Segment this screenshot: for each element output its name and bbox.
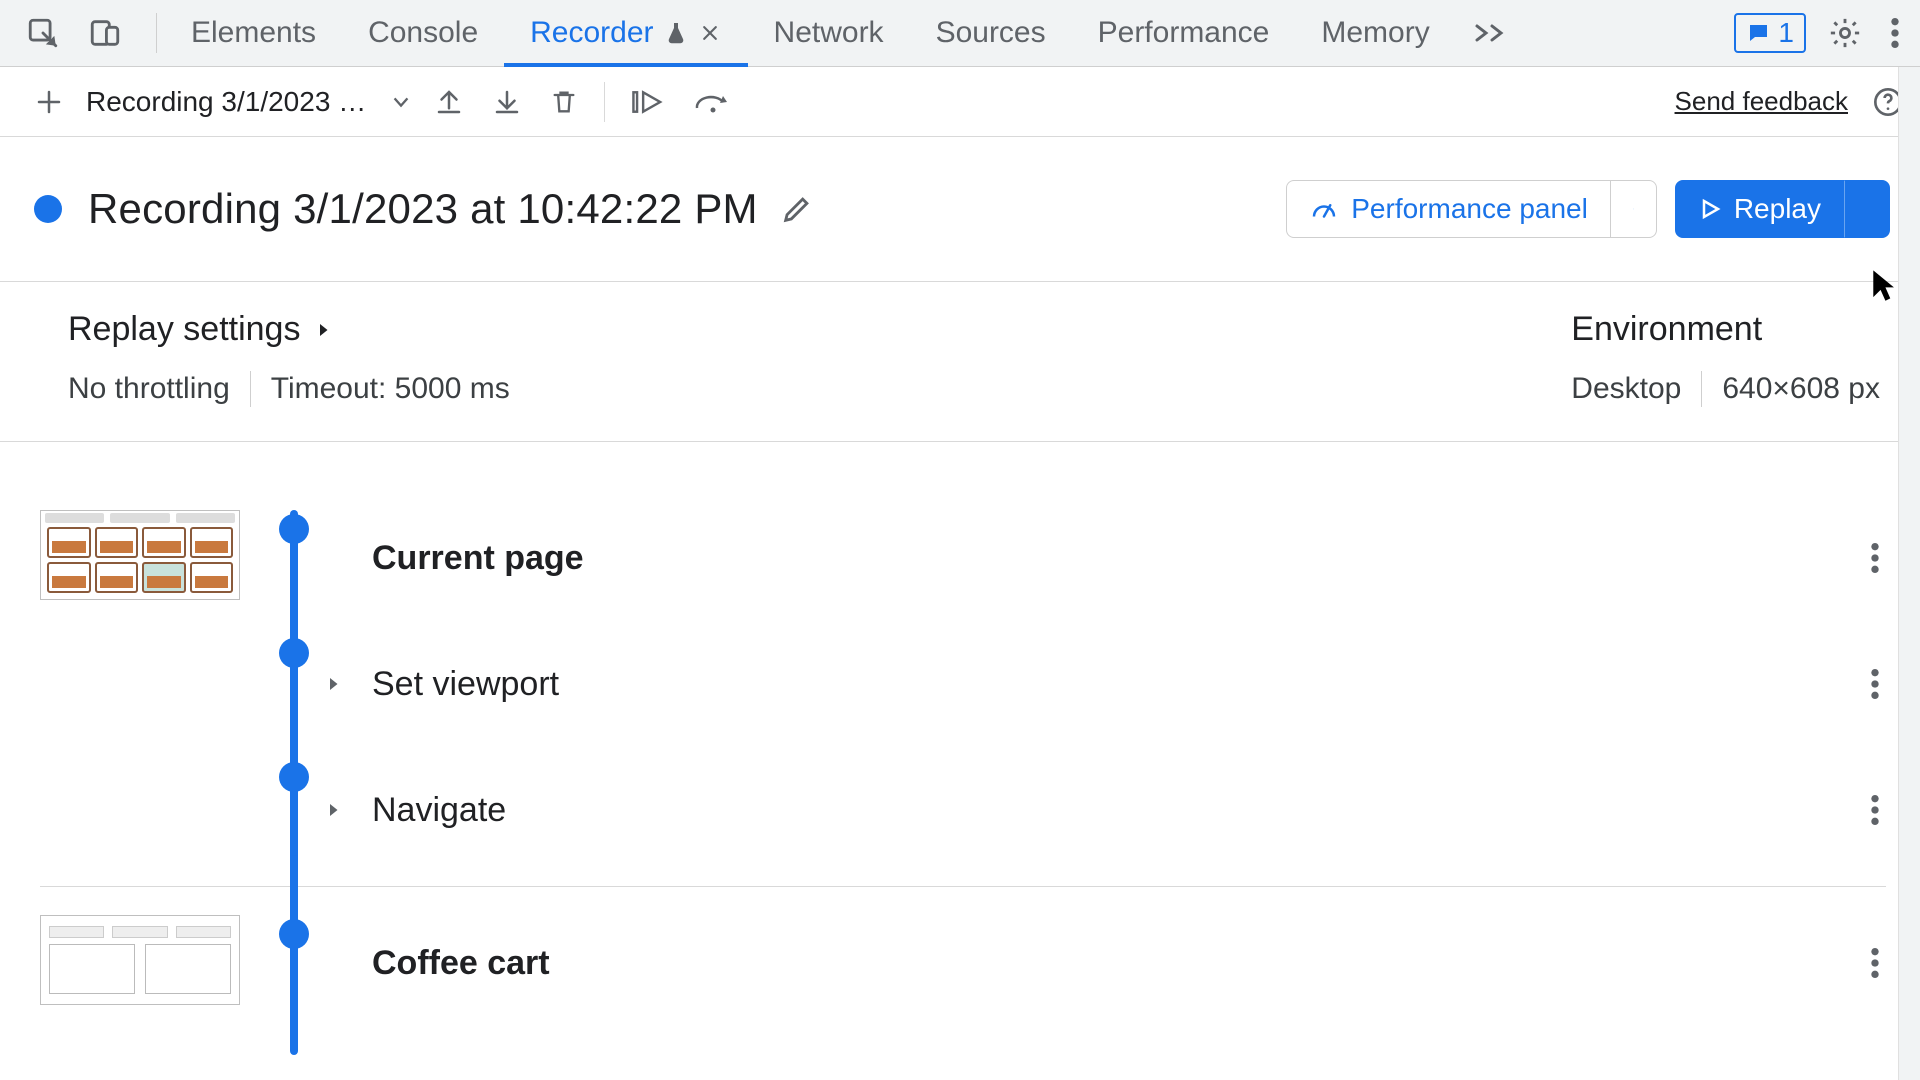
caret-down-icon	[1633, 200, 1634, 218]
recording-status-dot	[34, 195, 62, 223]
recording-dropdown-label: Recording 3/1/2023 at 10…	[86, 86, 376, 118]
tab-label: Console	[368, 16, 478, 50]
issues-badge[interactable]: 1	[1734, 13, 1806, 53]
divider	[1701, 371, 1702, 407]
delete-button[interactable]	[536, 67, 592, 136]
step-label: Coffee cart	[372, 944, 550, 983]
devtools-tabstrip: Elements Console Recorder Network Source…	[0, 0, 1920, 67]
replay-label: Replay	[1734, 193, 1821, 225]
tab-label: Recorder	[530, 16, 653, 50]
tab-elements[interactable]: Elements	[165, 0, 342, 66]
tab-sources[interactable]: Sources	[910, 0, 1072, 66]
caret-right-icon	[314, 317, 332, 343]
recording-title: Recording 3/1/2023 at 10:42:22 PM	[88, 185, 758, 233]
new-recording-button[interactable]	[20, 67, 78, 136]
step-menu-icon[interactable]	[1870, 946, 1880, 980]
environment-device: Desktop	[1571, 372, 1681, 406]
scrollbar[interactable]	[1898, 67, 1920, 1080]
step-coffee-cart[interactable]: Coffee cart	[324, 915, 1886, 1011]
edit-title-button[interactable]	[780, 192, 814, 226]
replay-dropdown[interactable]	[1844, 180, 1890, 238]
divider	[250, 371, 251, 407]
step-over-button[interactable]	[679, 67, 747, 136]
step-navigate[interactable]: Navigate	[324, 762, 1886, 858]
performance-panel-dropdown[interactable]	[1611, 180, 1657, 238]
step-label: Navigate	[372, 791, 506, 830]
import-button[interactable]	[420, 67, 478, 136]
divider	[156, 13, 157, 53]
performance-panel-label: Performance panel	[1351, 193, 1588, 225]
tab-network[interactable]: Network	[748, 0, 910, 66]
timeout-value: Timeout: 5000 ms	[271, 372, 510, 406]
replay-settings-toggle[interactable]: Replay settings	[68, 310, 510, 349]
divider	[604, 82, 605, 122]
caret-right-icon	[324, 671, 356, 697]
export-button[interactable]	[478, 67, 536, 136]
recording-dropdown[interactable]: Recording 3/1/2023 at 10…	[78, 86, 420, 118]
throttling-value: No throttling	[68, 372, 230, 406]
environment-section: Environment Desktop 640×608 px	[1571, 310, 1880, 407]
device-toolbar-icon[interactable]	[74, 16, 136, 50]
step-menu-icon[interactable]	[1870, 667, 1880, 701]
performance-panel-button-group: Performance panel	[1286, 180, 1657, 238]
tab-label: Elements	[191, 16, 316, 50]
close-icon[interactable]	[698, 21, 722, 45]
tab-label: Performance	[1098, 16, 1270, 50]
send-feedback-link[interactable]: Send feedback	[1675, 86, 1848, 117]
tab-label: Memory	[1321, 16, 1429, 50]
step-label: Current page	[372, 539, 584, 578]
step-set-viewport[interactable]: Set viewport	[324, 636, 1886, 732]
settings-gear-icon[interactable]	[1828, 16, 1862, 50]
replay-settings-label: Replay settings	[68, 310, 300, 349]
tab-performance[interactable]: Performance	[1072, 0, 1296, 66]
more-tabs-icon[interactable]	[1456, 19, 1526, 47]
performance-panel-button[interactable]: Performance panel	[1286, 180, 1611, 238]
tab-label: Sources	[936, 16, 1046, 50]
step-group-coffee-cart: Coffee cart	[40, 887, 1886, 1039]
environment-viewport: 640×608 px	[1722, 372, 1880, 406]
chevron-down-icon	[390, 91, 412, 113]
tabstrip-left-icons	[8, 16, 148, 50]
step-label: Set viewport	[372, 665, 559, 704]
replay-button[interactable]: Replay	[1675, 180, 1844, 238]
step-thumbnail	[40, 915, 240, 1005]
gauge-icon	[1309, 194, 1339, 224]
play-icon	[1698, 197, 1722, 221]
message-icon	[1746, 21, 1770, 45]
step-group-initial: Current page Set viewport	[40, 482, 1886, 887]
panel-tabs: Elements Console Recorder Network Source…	[165, 0, 1456, 66]
step-menu-icon[interactable]	[1870, 793, 1880, 827]
replay-button-group: Replay	[1675, 180, 1890, 238]
settings-environment-row: Replay settings No throttling Timeout: 5…	[0, 282, 1920, 442]
environment-label: Environment	[1571, 310, 1880, 349]
recording-heading-row: Recording 3/1/2023 at 10:42:22 PM Perfor…	[0, 137, 1920, 282]
recorder-toolbar: Recording 3/1/2023 at 10… Send feedback	[0, 67, 1920, 137]
continue-replay-button[interactable]	[617, 67, 679, 136]
flask-icon	[664, 21, 688, 45]
step-current-page[interactable]: Current page	[324, 510, 1886, 606]
tab-console[interactable]: Console	[342, 0, 504, 66]
kebab-menu-icon[interactable]	[1890, 16, 1900, 50]
step-thumbnail	[40, 510, 240, 600]
tab-label: Network	[774, 16, 884, 50]
tab-memory[interactable]: Memory	[1295, 0, 1455, 66]
caret-right-icon	[324, 797, 356, 823]
tab-recorder[interactable]: Recorder	[504, 0, 747, 66]
inspect-element-icon[interactable]	[12, 16, 74, 50]
step-menu-icon[interactable]	[1870, 541, 1880, 575]
replay-settings-section: Replay settings No throttling Timeout: 5…	[68, 310, 510, 407]
issues-count: 1	[1778, 17, 1794, 49]
steps-timeline: Current page Set viewport	[0, 442, 1920, 1039]
